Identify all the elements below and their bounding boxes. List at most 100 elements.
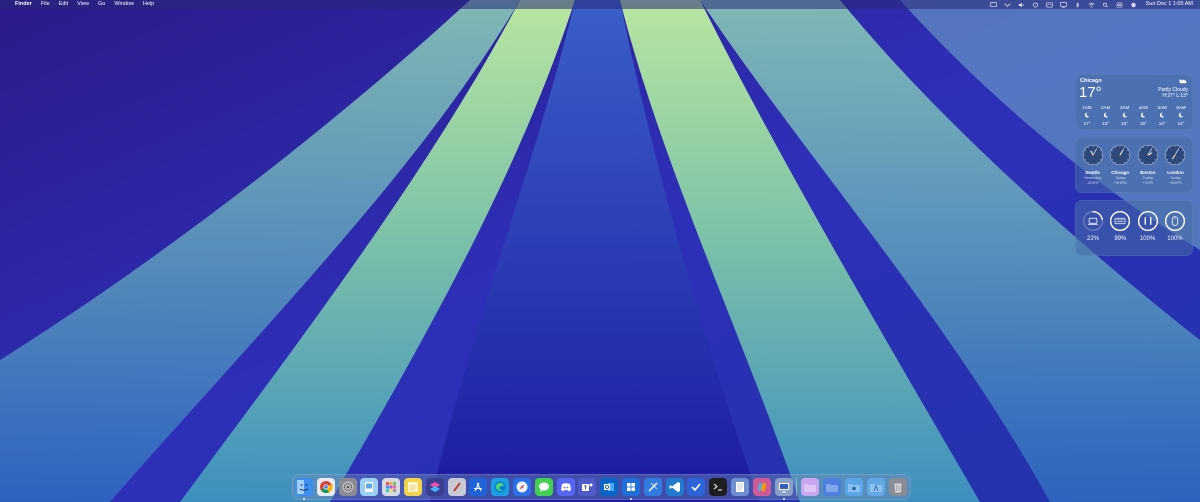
world-clock-widget[interactable]: Seattle Yesterday -2HRS Chicago Today +0… (1075, 137, 1193, 193)
downloads-folder-icon[interactable] (823, 478, 842, 496)
screen-sharing-icon[interactable] (774, 478, 793, 500)
screenshots-folder-icon[interactable] (844, 478, 863, 496)
forecast-temp: 16° (1102, 121, 1110, 126)
weather-widget[interactable]: Chicago 17° Partly Cloudy H:27° L:13° 1A… (1075, 74, 1193, 130)
moon-icon (1178, 112, 1184, 118)
forecast-hour: 5AM 14° (1153, 105, 1171, 126)
clock-offset: +1HR (1142, 180, 1153, 185)
forecast-time: 4AM (1138, 105, 1149, 110)
volume-icon[interactable] (1018, 2, 1026, 8)
keyboard-battery-icon (1110, 210, 1131, 232)
dock (292, 474, 911, 500)
battery-level: 100% (1167, 236, 1183, 242)
forecast-temp: 15° (1139, 121, 1147, 126)
forecast-temp: 14° (1158, 121, 1166, 126)
clock-london: London Today +6HRS (1162, 144, 1189, 185)
weather-temperature: 17° (1079, 84, 1102, 101)
vscode-icon[interactable] (665, 478, 684, 496)
clock-chicago: Chicago Today +0HRS (1107, 144, 1134, 185)
terminal-icon[interactable] (709, 478, 728, 496)
menu-app-name[interactable]: Finder (15, 0, 32, 9)
trash-icon[interactable] (888, 478, 907, 496)
clock-seattle: Seattle Yesterday -2HRS (1079, 144, 1106, 185)
bluetooth-icon[interactable] (1074, 1, 1082, 8)
spotlight-icon[interactable] (1102, 2, 1110, 8)
menu-window[interactable]: Window (114, 0, 134, 9)
forecast-time: 6AM (1176, 105, 1186, 110)
clock-offset: +0HRS (1113, 180, 1127, 185)
clock-offset: +6HRS (1168, 180, 1182, 185)
control-center-icon[interactable] (1116, 2, 1124, 8)
textedit-icon[interactable] (730, 478, 749, 496)
partly-cloudy-icon (1179, 79, 1187, 84)
creative-cloud-icon[interactable] (1032, 2, 1040, 8)
todo-icon[interactable] (687, 478, 706, 496)
analog-clock-icon (1109, 144, 1131, 166)
batteries-widget[interactable]: 22% 99% 100% 100% (1075, 200, 1193, 256)
wifi-icon[interactable] (1088, 2, 1096, 8)
copilot-icon[interactable] (752, 478, 771, 496)
forecast-temp: 15° (1121, 121, 1128, 126)
forecast-time: 2AM (1101, 105, 1111, 110)
teams-icon[interactable] (578, 478, 597, 496)
outlook-icon[interactable] (600, 478, 619, 496)
forecast-hour: 6AM 14° (1172, 105, 1190, 126)
display-icon[interactable] (1060, 1, 1068, 8)
messages-icon[interactable] (534, 478, 553, 496)
battery-airpods: 100% (1135, 210, 1161, 242)
xcode-icon[interactable] (643, 478, 662, 496)
chrome-icon[interactable] (316, 478, 335, 496)
pencil-icon[interactable] (447, 478, 466, 496)
launchpad-icon[interactable] (382, 478, 401, 496)
settings-icon[interactable] (338, 478, 357, 496)
battery-mouse: 100% (1162, 210, 1188, 242)
notes-icon[interactable] (403, 478, 422, 496)
mouse-battery-icon (1164, 210, 1186, 232)
hourly-forecast: 1AM 17° 2AM 16° 3AM 15° 4AM 15° 5AM 14° … (1078, 105, 1190, 126)
moon-icon (1160, 112, 1165, 118)
forecast-time: 3AM (1119, 105, 1130, 110)
forecast-hour: 1AM 17° (1078, 105, 1096, 126)
moon-icon (1103, 112, 1109, 118)
windows-app-icon[interactable] (621, 478, 640, 500)
airpods-battery-icon (1137, 210, 1158, 232)
folder-icon[interactable] (801, 478, 820, 496)
finder-icon[interactable] (295, 478, 313, 500)
laptop-battery-icon (1082, 210, 1104, 232)
keyboard-icon[interactable] (1046, 2, 1054, 8)
menu-bar-clock[interactable]: Sun Dec 1 1:05 AM (1146, 0, 1193, 9)
applications-folder-icon[interactable] (866, 478, 885, 496)
forecast-time: 1AM (1082, 105, 1092, 110)
siri-icon[interactable] (1130, 2, 1138, 8)
running-indicator (629, 498, 632, 500)
preview-icon[interactable] (360, 478, 379, 496)
menu-view[interactable]: View (77, 0, 89, 9)
running-indicator (303, 498, 305, 500)
clock-boston: Boston Today +1HR (1134, 144, 1161, 185)
edge-icon[interactable] (491, 478, 510, 496)
safari-icon[interactable] (512, 478, 531, 496)
menu-go[interactable]: Go (98, 0, 105, 9)
screen-mirroring-icon[interactable] (990, 1, 998, 8)
desktop-wallpaper (0, 0, 1200, 502)
menu-help[interactable]: Help (143, 0, 154, 9)
control-icon[interactable] (1004, 2, 1012, 8)
menu-edit[interactable]: Edit (59, 0, 68, 9)
weather-high-low: H:27° L:13° (1162, 93, 1188, 99)
shortcuts-icon[interactable] (425, 478, 444, 496)
moon-icon (1084, 112, 1090, 118)
forecast-hour: 2AM 16° (1097, 105, 1115, 126)
menu-bar: Finder File Edit View Go Window Help Sun… (0, 0, 1200, 9)
moon-icon (1122, 112, 1127, 118)
app-store-icon[interactable] (469, 478, 488, 496)
analog-clock-icon (1137, 144, 1158, 166)
battery-level: 22% (1086, 236, 1099, 242)
forecast-time: 5AM (1157, 105, 1167, 110)
forecast-temp: 14° (1177, 121, 1185, 126)
battery-mac: 22% (1080, 210, 1106, 242)
discord-icon[interactable] (556, 478, 575, 496)
dock-separator (796, 478, 798, 496)
menu-file[interactable]: File (41, 0, 50, 9)
analog-clock-icon (1165, 144, 1186, 166)
running-indicator (782, 498, 785, 500)
